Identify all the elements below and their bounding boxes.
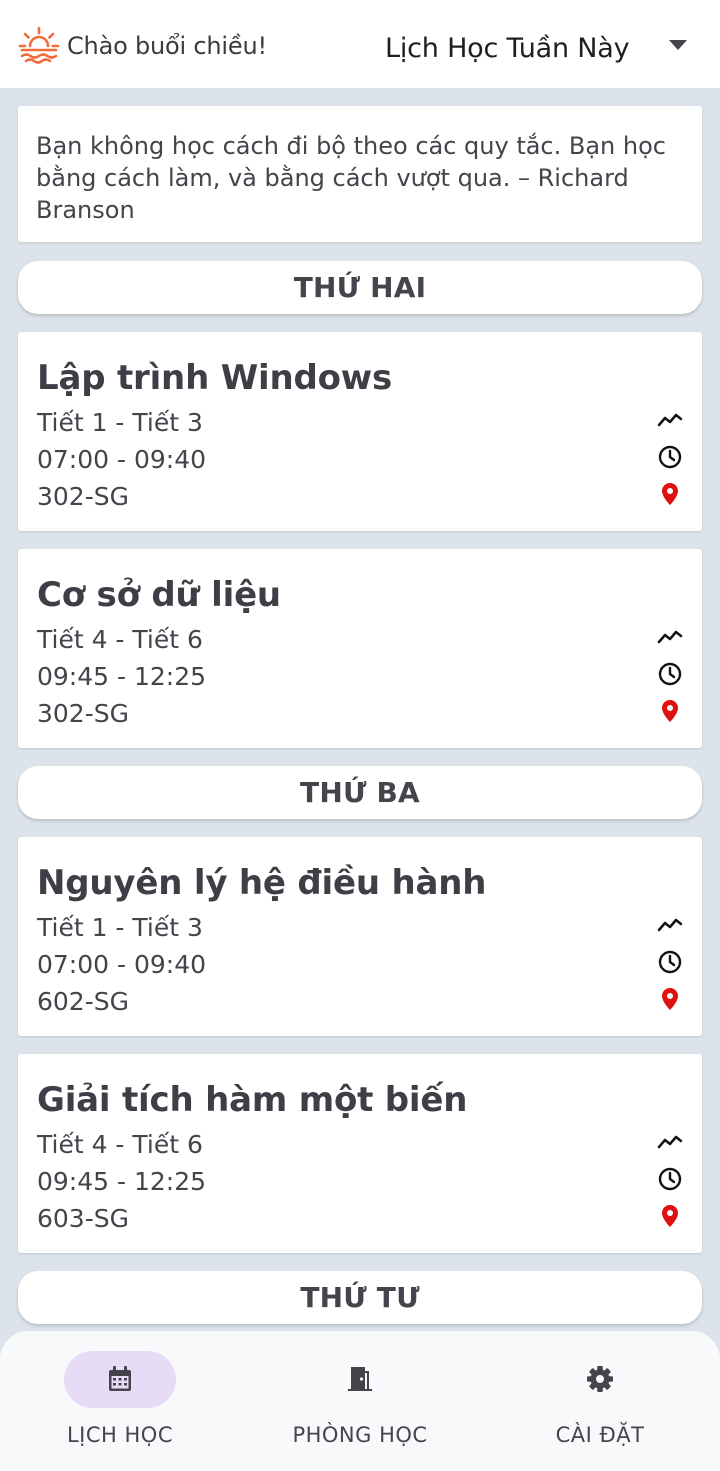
class-periods: Tiết 1 - Tiết 3 <box>37 913 203 942</box>
dropdown-caret-icon <box>669 40 687 50</box>
calendar-icon <box>109 1366 131 1391</box>
nav-item-settings[interactable]: CÀI ĐẶT <box>480 1351 720 1461</box>
location-pin-icon <box>662 700 678 722</box>
location-pin-icon <box>662 1205 678 1227</box>
week-selector-dropdown[interactable]: Lịch Học Tuần Này <box>385 26 695 70</box>
class-room: 302-SG <box>37 482 129 511</box>
location-pin-icon <box>662 483 678 505</box>
class-title: Lập trình Windows <box>37 358 393 398</box>
bottom-navigation: LỊCH HỌC PHÒNG HỌC CÀI ĐẶT <box>0 1331 720 1471</box>
class-card[interactable]: Nguyên lý hệ điều hành Tiết 1 - Tiết 3 0… <box>18 837 702 1036</box>
class-time: 07:00 - 09:40 <box>37 950 207 979</box>
location-pin-icon <box>662 988 678 1010</box>
day-label: THỨ HAI <box>293 271 427 304</box>
class-card[interactable]: Giải tích hàm một biến Tiết 4 - Tiết 6 0… <box>18 1054 702 1253</box>
nav-item-schedule[interactable]: LỊCH HỌC <box>0 1351 240 1461</box>
greeting: Chào buổi chiều! <box>18 26 267 66</box>
class-title: Giải tích hàm một biến <box>37 1080 468 1120</box>
gear-icon <box>587 1366 613 1392</box>
trending-line-icon <box>657 1135 683 1149</box>
day-header-tuesday: THỨ BA <box>18 766 702 819</box>
day-label: THỨ BA <box>300 776 420 809</box>
clock-icon <box>658 950 682 974</box>
day-label: THỨ TƯ <box>300 1281 420 1314</box>
clock-icon <box>658 445 682 469</box>
clock-icon <box>658 662 682 686</box>
class-room: 603-SG <box>37 1204 129 1233</box>
app-header: Chào buổi chiều! Lịch Học Tuần Này <box>0 0 720 88</box>
class-title: Nguyên lý hệ điều hành <box>37 863 487 903</box>
schedule-list[interactable]: Bạn không học cách đi bộ theo các quy tắ… <box>0 88 720 1331</box>
class-periods: Tiết 4 - Tiết 6 <box>37 1130 203 1159</box>
class-time: 09:45 - 12:25 <box>37 662 207 691</box>
nav-label-settings: CÀI ĐẶT <box>555 1423 645 1447</box>
class-time: 09:45 - 12:25 <box>37 1167 207 1196</box>
day-header-monday: THỨ HAI <box>18 261 702 314</box>
class-card[interactable]: Lập trình Windows Tiết 1 - Tiết 3 07:00 … <box>18 332 702 531</box>
sunset-icon <box>18 26 60 64</box>
class-room: 602-SG <box>37 987 129 1016</box>
trending-line-icon <box>657 413 683 427</box>
greeting-text: Chào buổi chiều! <box>67 32 267 60</box>
nav-label-schedule: LỊCH HỌC <box>66 1423 173 1447</box>
nav-indicator <box>544 1351 656 1408</box>
nav-active-indicator <box>64 1351 176 1408</box>
class-periods: Tiết 4 - Tiết 6 <box>37 625 203 654</box>
week-selector-value: Lịch Học Tuần Này <box>385 32 630 64</box>
quote-card: Bạn không học cách đi bộ theo các quy tắ… <box>18 106 702 242</box>
nav-item-rooms[interactable]: PHÒNG HỌC <box>240 1351 480 1461</box>
day-header-wednesday: THỨ TƯ <box>18 1271 702 1324</box>
class-card[interactable]: Cơ sở dữ liệu Tiết 4 - Tiết 6 09:45 - 12… <box>18 549 702 748</box>
nav-label-rooms: PHÒNG HỌC <box>292 1423 428 1447</box>
class-room: 302-SG <box>37 699 129 728</box>
door-icon <box>348 1367 372 1391</box>
class-periods: Tiết 1 - Tiết 3 <box>37 408 203 437</box>
trending-line-icon <box>657 918 683 932</box>
class-title: Cơ sở dữ liệu <box>37 575 281 615</box>
quote-text: Bạn không học cách đi bộ theo các quy tắ… <box>36 132 666 224</box>
class-time: 07:00 - 09:40 <box>37 445 207 474</box>
trending-line-icon <box>657 630 683 644</box>
clock-icon <box>658 1167 682 1191</box>
nav-indicator <box>304 1351 416 1408</box>
